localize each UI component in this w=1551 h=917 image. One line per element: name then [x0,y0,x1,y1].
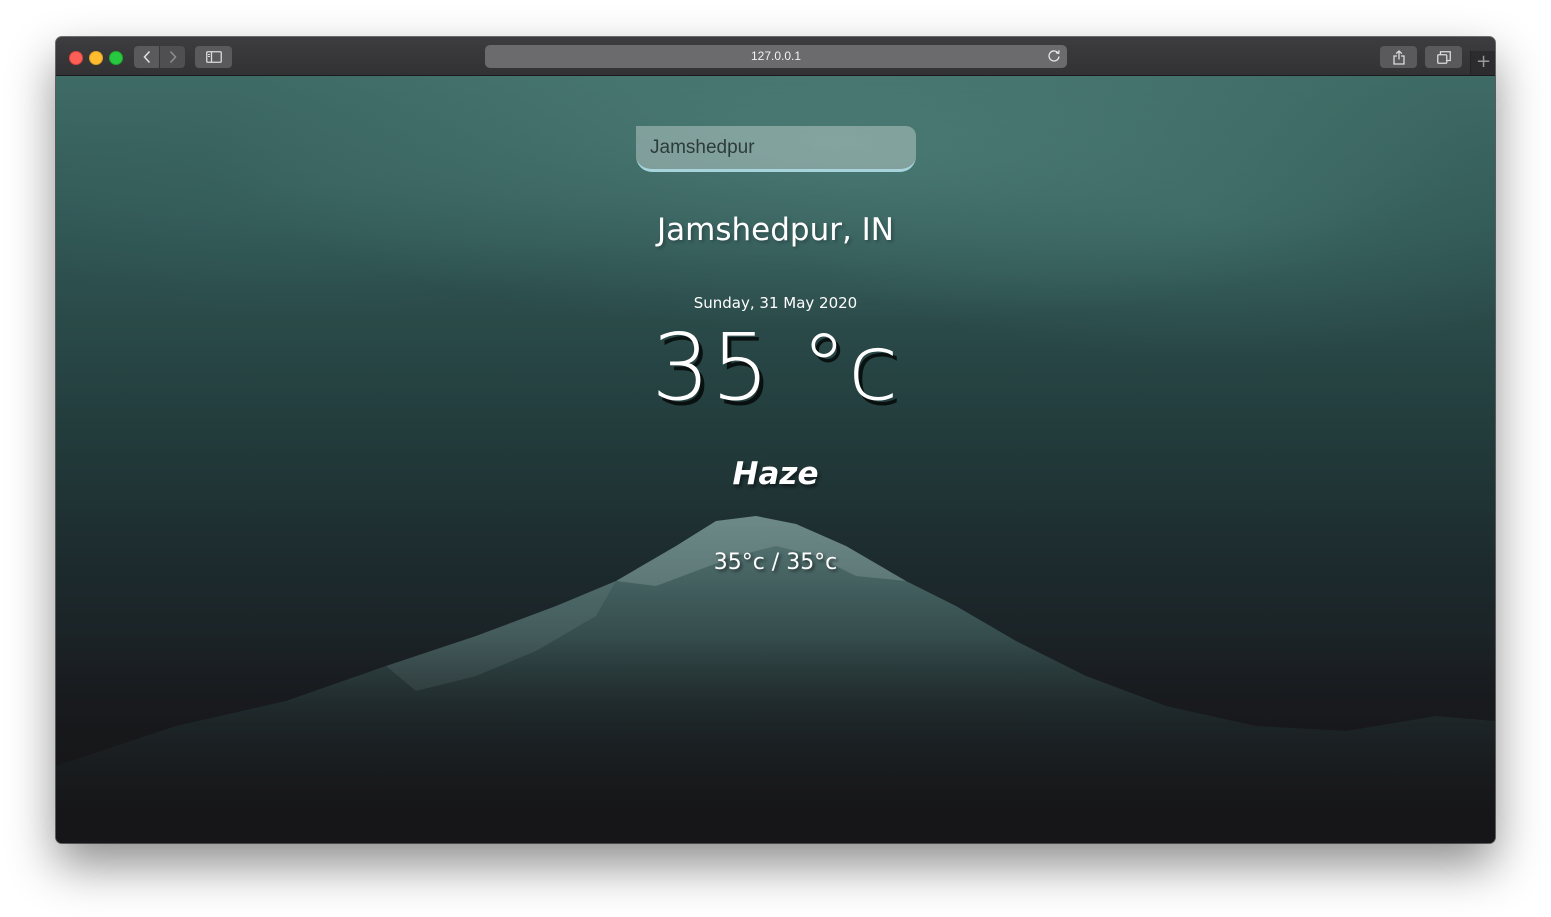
reload-icon[interactable] [1047,49,1061,63]
address-bar[interactable]: 127.0.0.1 [485,45,1067,68]
sidebar-icon [205,51,222,63]
share-icon [1392,49,1405,65]
tabs-overview-icon [1436,50,1451,64]
zoom-window-button[interactable] [109,51,123,65]
chevron-left-icon [142,50,150,64]
temperature-readout: 35 °c [651,314,900,421]
city-search-input[interactable] [636,126,916,172]
location-label: Jamshedpur, IN [657,212,894,248]
date-label: Sunday, 31 May 2020 [693,294,858,312]
chevron-right-icon [169,50,177,64]
minimize-window-button[interactable] [89,51,103,65]
browser-toolbar: 127.0.0.1 + [56,37,1495,76]
high-low-temperature: 35°c / 35°c [713,550,838,575]
back-button[interactable] [134,46,159,68]
show-sidebar-button[interactable] [195,46,232,68]
address-text: 127.0.0.1 [750,49,802,63]
browser-window: 127.0.0.1 + Jamshedpur Jamshedpur, IN Su… [56,37,1495,843]
weather-condition: Haze [732,456,819,492]
new-tab-button[interactable]: + [1470,51,1495,75]
share-button[interactable] [1380,46,1417,68]
forward-button[interactable] [160,46,185,68]
weather-app-page: Jamshedpur, IN Sunday, 31 May 2020 35 °c… [56,76,1495,843]
tab-overview-button[interactable] [1425,46,1462,68]
close-window-button[interactable] [69,51,83,65]
